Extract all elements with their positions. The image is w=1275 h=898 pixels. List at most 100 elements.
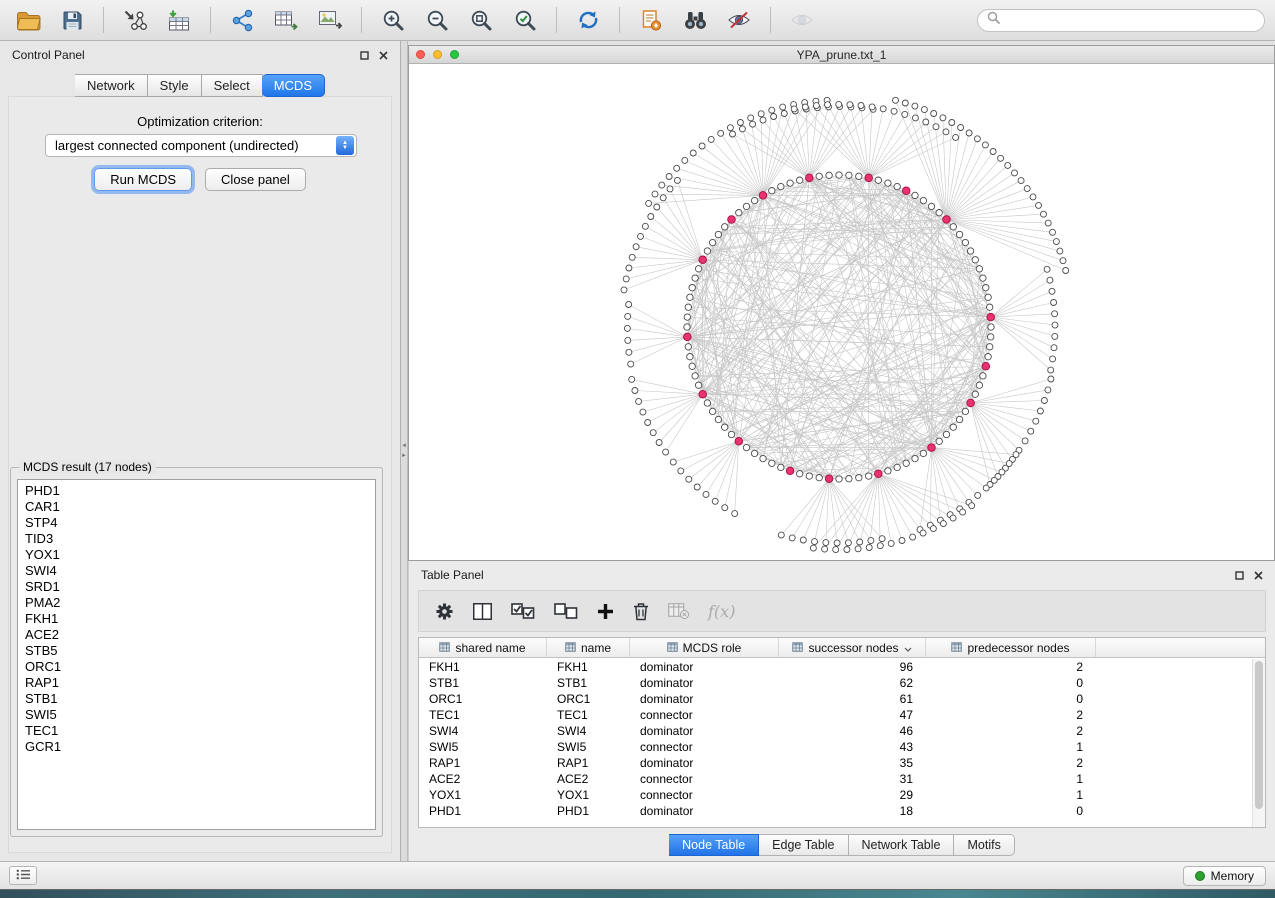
control-panel-tab[interactable]: Select: [202, 74, 263, 97]
network-graph-svg[interactable]: [409, 65, 1274, 560]
find-button[interactable]: [677, 5, 713, 35]
column-header[interactable]: successor nodes: [779, 638, 926, 657]
select-all-columns-icon[interactable]: [511, 603, 535, 620]
close-panel-icon[interactable]: [379, 51, 388, 60]
search-input[interactable]: [1006, 12, 1255, 29]
panel-splitter[interactable]: ◄ ►: [401, 41, 408, 861]
column-header[interactable]: MCDS role: [630, 638, 779, 657]
export-table-button[interactable]: [268, 5, 304, 35]
mcds-result-item[interactable]: PHD1: [25, 483, 375, 499]
open-session-button[interactable]: [10, 5, 46, 35]
mcds-result-item[interactable]: STB5: [25, 643, 375, 659]
table-row[interactable]: SWI5 SWI5 connector 43 1: [419, 739, 1252, 755]
table-tab[interactable]: Motifs: [954, 834, 1014, 856]
mcds-result-item[interactable]: SWI5: [25, 707, 375, 723]
hide-selected-button[interactable]: [721, 5, 757, 35]
close-panel-button[interactable]: Close panel: [205, 168, 306, 191]
table-row[interactable]: ACE2 ACE2 connector 31 1: [419, 771, 1252, 787]
cell-mcds-role: connector: [630, 788, 779, 802]
table-scrollbar[interactable]: [1252, 659, 1265, 827]
mcds-result-item[interactable]: CAR1: [25, 499, 375, 515]
table-row[interactable]: FKH1 FKH1 dominator 96 2: [419, 659, 1252, 675]
mcds-result-item[interactable]: YOX1: [25, 547, 375, 563]
mcds-result-item[interactable]: FKH1: [25, 611, 375, 627]
refresh-layout-button[interactable]: [570, 5, 606, 35]
toolbar-separator: [210, 7, 211, 33]
dropdown-stepper-icon: ▲▼: [336, 136, 354, 155]
copy-document-button[interactable]: [633, 5, 669, 35]
zoom-out-button[interactable]: [419, 5, 455, 35]
task-history-button[interactable]: [9, 866, 37, 885]
mcds-result-item[interactable]: STP4: [25, 515, 375, 531]
column-header[interactable]: shared name: [419, 638, 547, 657]
mcds-result-item[interactable]: SWI4: [25, 563, 375, 579]
cell-name: ORC1: [547, 692, 630, 706]
table-row[interactable]: YOX1 YOX1 connector 29 1: [419, 787, 1252, 803]
mcds-result-item[interactable]: RAP1: [25, 675, 375, 691]
export-network-button[interactable]: [224, 5, 260, 35]
table-row[interactable]: TEC1 TEC1 connector 47 2: [419, 707, 1252, 723]
mcds-result-list[interactable]: PHD1 CAR1 STP4 TID3 YOX1 SWI4 SRD1 PMA2 …: [17, 479, 376, 830]
float-table-panel-icon[interactable]: [1235, 571, 1244, 580]
mcds-result-item[interactable]: ACE2: [25, 627, 375, 643]
mcds-result-item[interactable]: STB1: [25, 691, 375, 707]
column-header[interactable]: predecessor nodes: [926, 638, 1096, 657]
zoom-selected-button[interactable]: [507, 5, 543, 35]
import-table-button[interactable]: [161, 5, 197, 35]
table-scrollbar-thumb[interactable]: [1255, 661, 1263, 809]
memory-button[interactable]: Memory: [1183, 866, 1266, 886]
table-row[interactable]: ORC1 ORC1 dominator 61 0: [419, 691, 1252, 707]
network-window: YPA_prune.txt_1: [408, 45, 1275, 561]
cell-shared-name: TEC1: [419, 708, 547, 722]
table-tab[interactable]: Network Table: [849, 834, 955, 856]
table-row[interactable]: SWI4 SWI4 dominator 46 2: [419, 723, 1252, 739]
run-mcds-button[interactable]: Run MCDS: [94, 168, 192, 191]
splitter-expand-icon[interactable]: ►: [401, 453, 407, 459]
cell-successor-nodes: 62: [779, 676, 926, 690]
window-close-button[interactable]: [416, 50, 425, 59]
search-box[interactable]: [977, 9, 1265, 32]
window-minimize-button[interactable]: [433, 50, 442, 59]
table-row[interactable]: RAP1 RAP1 dominator 35 2: [419, 755, 1252, 771]
show-columns-icon[interactable]: [473, 603, 492, 620]
mcds-result-item[interactable]: TEC1: [25, 723, 375, 739]
cell-shared-name: YOX1: [419, 788, 547, 802]
control-panel-tab[interactable]: Style: [148, 74, 202, 97]
zoom-in-button[interactable]: [375, 5, 411, 35]
function-builder-icon: f(x): [708, 602, 735, 621]
table-tab[interactable]: Node Table: [669, 834, 759, 856]
criterion-dropdown[interactable]: largest connected component (undirected)…: [45, 134, 357, 157]
control-panel-tab[interactable]: MCDS: [262, 74, 325, 97]
column-header[interactable]: name: [547, 638, 630, 657]
mcds-result-item[interactable]: GCR1: [25, 739, 375, 755]
float-panel-icon[interactable]: [360, 51, 369, 60]
cell-successor-nodes: 46: [779, 724, 926, 738]
table-row[interactable]: PHD1 PHD1 dominator 18 0: [419, 803, 1252, 819]
table-tab[interactable]: Edge Table: [759, 834, 848, 856]
control-panel-tab[interactable]: Network: [75, 74, 148, 97]
cell-name: PHD1: [547, 804, 630, 818]
mcds-result-item[interactable]: PMA2: [25, 595, 375, 611]
add-column-icon[interactable]: [597, 603, 614, 620]
cell-predecessor-nodes: 2: [926, 724, 1096, 738]
splitter-collapse-icon[interactable]: ◄: [401, 443, 407, 449]
cell-mcds-role: connector: [630, 708, 779, 722]
zoom-fit-button[interactable]: [463, 5, 499, 35]
table-settings-gear-icon[interactable]: [435, 602, 454, 621]
deselect-all-columns-icon[interactable]: [554, 603, 578, 620]
mcds-result-item[interactable]: SRD1: [25, 579, 375, 595]
mcds-result-item[interactable]: TID3: [25, 531, 375, 547]
network-canvas[interactable]: [409, 65, 1274, 560]
table-row[interactable]: STB1 STB1 dominator 62 0: [419, 675, 1252, 691]
import-network-button[interactable]: [117, 5, 153, 35]
cell-mcds-role: connector: [630, 772, 779, 786]
cell-name: TEC1: [547, 708, 630, 722]
window-zoom-button[interactable]: [450, 50, 459, 59]
save-session-button[interactable]: [54, 5, 90, 35]
cell-name: RAP1: [547, 756, 630, 770]
close-table-panel-icon[interactable]: [1254, 571, 1263, 580]
export-image-button[interactable]: [312, 5, 348, 35]
delete-column-trash-icon[interactable]: [633, 602, 649, 621]
mcds-result-item[interactable]: ORC1: [25, 659, 375, 675]
network-window-titlebar[interactable]: YPA_prune.txt_1: [409, 46, 1274, 64]
